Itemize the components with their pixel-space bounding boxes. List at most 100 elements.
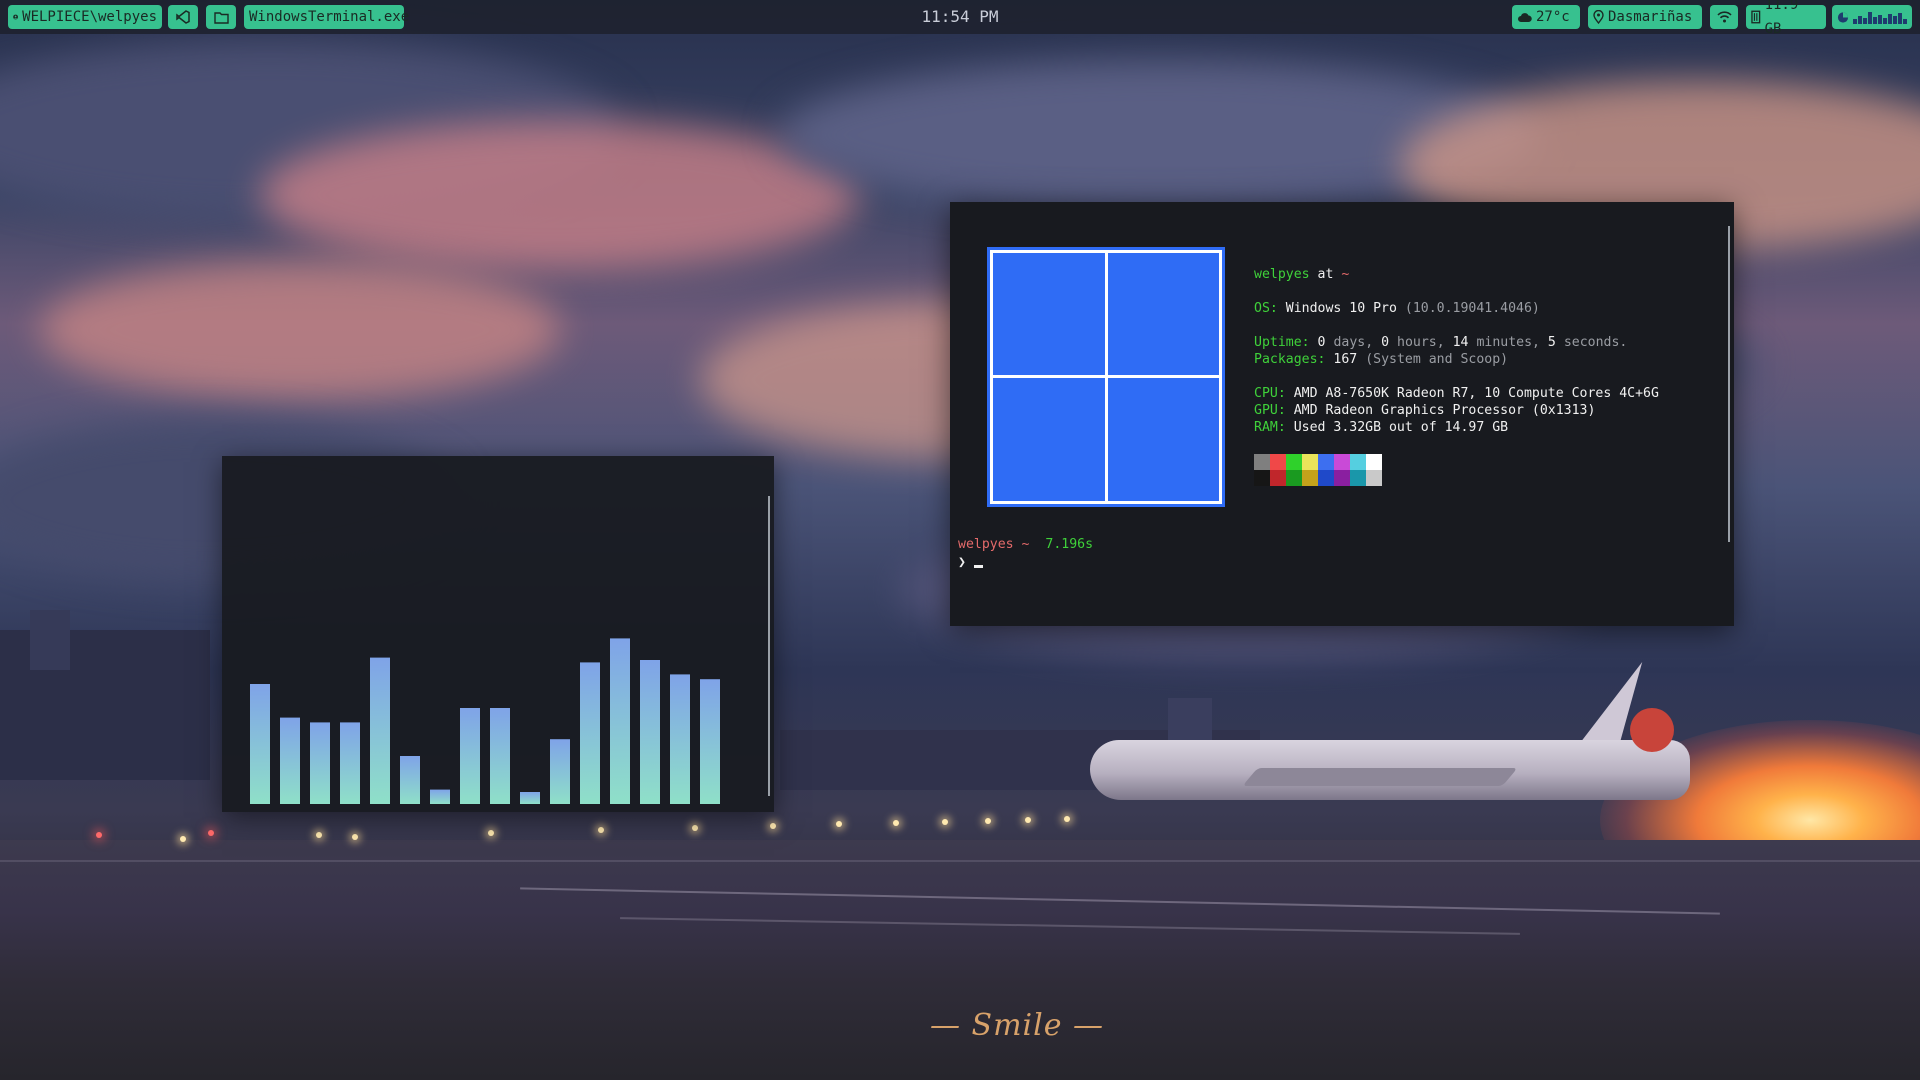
palette-swatch <box>1334 454 1350 470</box>
memory-icon <box>1751 10 1761 24</box>
visualizer-bar <box>250 684 270 804</box>
uptime-hours-unit: hours, <box>1397 335 1445 350</box>
packages-value: 167 <box>1333 352 1358 367</box>
scrollbar[interactable] <box>1728 226 1730 542</box>
runway-light <box>96 832 102 838</box>
scrollbar[interactable] <box>768 496 770 796</box>
visualizer-bar <box>430 789 450 804</box>
os-build: (10.0.19041.4046) <box>1404 301 1540 316</box>
audio-visualizer-window[interactable] <box>222 456 774 812</box>
runway-light <box>1064 816 1070 822</box>
cpu-widget[interactable] <box>1832 5 1912 29</box>
fetch-user: welpyes <box>1254 267 1310 282</box>
palette-swatch <box>1254 454 1270 470</box>
color-palette <box>1254 454 1382 486</box>
uptime-days-unit: days, <box>1333 335 1374 350</box>
gpu-value: AMD Radeon Graphics Processor (0x1313) <box>1293 403 1596 418</box>
cpu-label: CPU: <box>1254 386 1286 401</box>
palette-swatch <box>1286 454 1302 470</box>
uptime-hours: 0 <box>1381 335 1390 350</box>
visualizer-bar <box>700 679 720 804</box>
os-label: OS: <box>1254 301 1278 316</box>
status-bar: WELPIECE\welpyes WindowsTerminal.exe 11:… <box>0 0 1920 37</box>
visualizer-bar <box>280 717 300 804</box>
shell-prompt[interactable]: welpyes ~ 7.196s ❯ <box>958 536 1093 572</box>
weather-widget[interactable]: 27°c <box>1512 5 1580 29</box>
wifi-icon <box>1716 11 1732 23</box>
location-widget[interactable]: Dasmariñas <box>1588 5 1702 29</box>
prompt-user: welpyes <box>958 537 1014 552</box>
runway-light <box>836 821 842 827</box>
audio-visualizer <box>250 638 720 804</box>
visualizer-bar <box>610 638 630 804</box>
prompt-dir: ~ <box>1021 537 1030 552</box>
uptime-days: 0 <box>1317 335 1326 350</box>
palette-swatch <box>1366 454 1382 470</box>
visualizer-bar <box>370 657 390 804</box>
prompt-symbol: ❯ <box>958 555 966 570</box>
prompt-duration: 7.196s <box>1045 537 1094 552</box>
runway-light <box>770 823 776 829</box>
palette-swatch <box>1350 454 1366 470</box>
visualizer-bar <box>550 739 570 804</box>
fetch-host: ~ <box>1341 267 1350 282</box>
runway-light <box>893 820 899 826</box>
visualizer-bar <box>670 674 690 804</box>
cloud-shape <box>260 120 860 270</box>
windows-logo <box>990 250 1222 504</box>
runway-light <box>598 827 604 833</box>
palette-swatch <box>1270 454 1286 470</box>
visualizer-bar <box>310 722 330 804</box>
fetch-at: at <box>1317 267 1334 282</box>
runway-marking <box>0 860 1920 862</box>
palette-swatch <box>1334 470 1350 486</box>
location-label: Dasmariñas <box>1608 9 1693 25</box>
visualizer-bar <box>400 756 420 804</box>
runway-light <box>180 836 186 842</box>
ram-value: Used 3.32GB out of 14.97 GB <box>1293 420 1509 435</box>
cpu-value: AMD A8-7650K Radeon R7, 10 Compute Cores… <box>1293 386 1659 401</box>
runway-light <box>942 819 948 825</box>
uptime-minutes: 14 <box>1452 335 1469 350</box>
visualizer-bar <box>640 660 660 804</box>
logo-divider <box>993 375 1219 378</box>
visualizer-bar <box>580 662 600 804</box>
packages-label: Packages: <box>1254 352 1326 367</box>
visualizer-bar <box>460 708 480 804</box>
runway-light <box>352 834 358 840</box>
palette-swatch <box>1302 454 1318 470</box>
text-cursor <box>973 565 983 568</box>
visualizer-bar <box>340 722 360 804</box>
gpu-label: GPU: <box>1254 403 1286 418</box>
palette-swatch <box>1254 470 1270 486</box>
cpu-usage-graph <box>1853 10 1907 24</box>
cpu-graph-icon <box>1837 11 1849 23</box>
visualizer-bar <box>490 708 510 804</box>
runway-light <box>1025 817 1031 823</box>
uptime-minutes-unit: minutes, <box>1476 335 1540 350</box>
fetch-output: welpyes at ~ OS: Windows 10 Pro (10.0.19… <box>1254 266 1659 436</box>
temperature-label: 27°c <box>1536 9 1570 25</box>
city-skyline <box>30 610 70 670</box>
os-value: Windows 10 Pro <box>1285 301 1397 316</box>
runway-light <box>985 818 991 824</box>
uptime-label: Uptime: <box>1254 335 1310 350</box>
palette-swatch <box>1350 470 1366 486</box>
map-pin-icon <box>1593 10 1604 24</box>
uptime-seconds: 5 <box>1547 335 1556 350</box>
wifi-widget[interactable] <box>1710 5 1738 29</box>
palette-swatch <box>1318 470 1334 486</box>
airline-logo <box>1630 708 1674 752</box>
runway-light <box>488 830 494 836</box>
memory-label: 11.9 GB <box>1764 0 1799 37</box>
runway-light <box>316 832 322 838</box>
memory-widget[interactable]: 11.9 GB <box>1746 0 1826 37</box>
runway <box>0 840 1920 1080</box>
palette-swatch <box>1286 470 1302 486</box>
palette-swatch <box>1366 470 1382 486</box>
palette-swatch <box>1302 470 1318 486</box>
runway-light <box>208 830 214 836</box>
airplane-wing <box>1242 768 1518 786</box>
uptime-seconds-unit: seconds. <box>1563 335 1628 350</box>
terminal-window[interactable]: welpyes at ~ OS: Windows 10 Pro (10.0.19… <box>950 202 1734 626</box>
